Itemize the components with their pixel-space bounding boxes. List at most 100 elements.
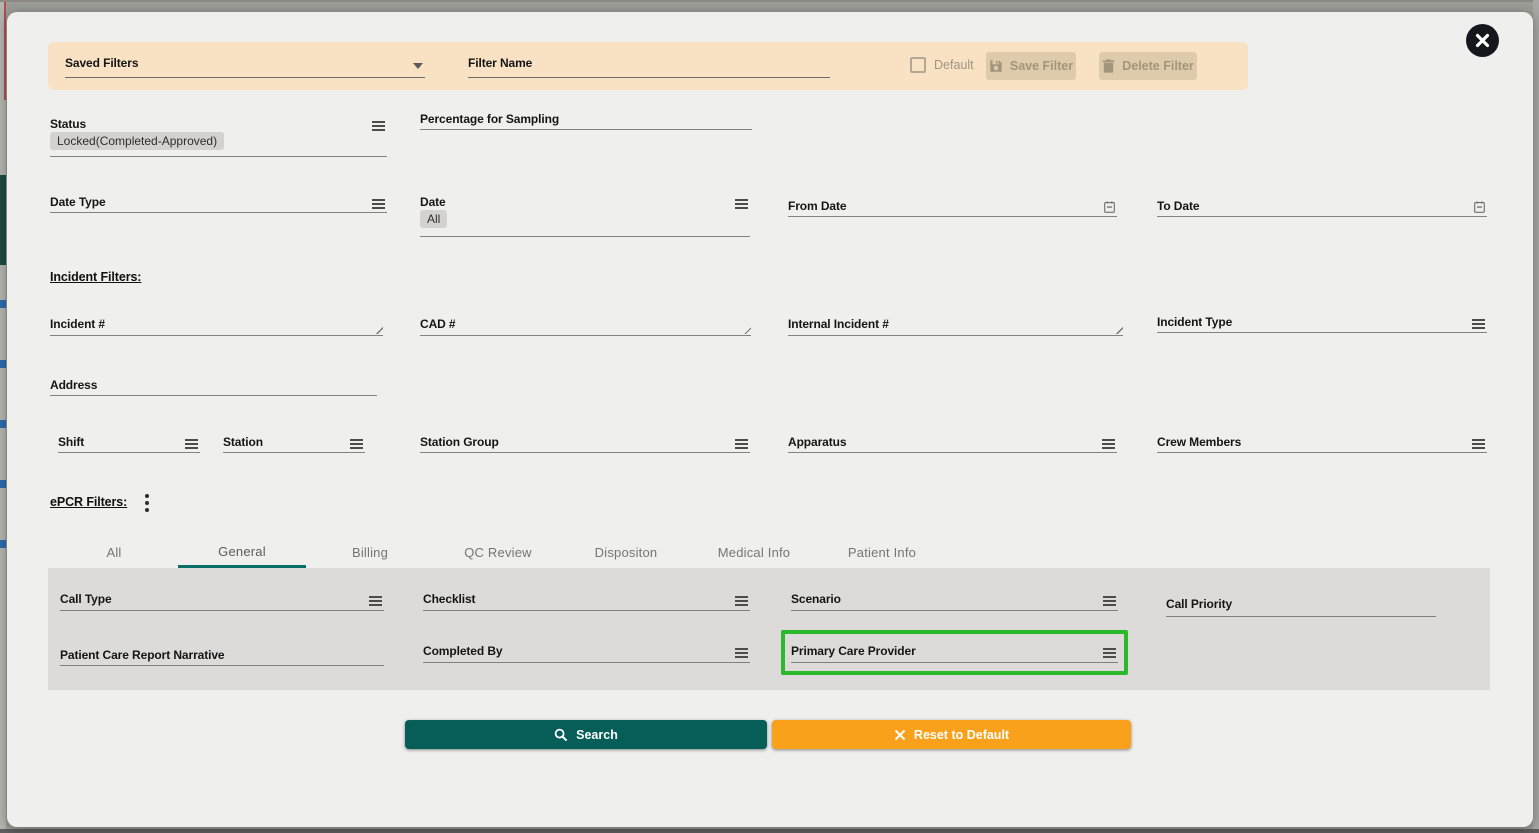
pcr-narrative-label: Patient Care Report Narrative: [60, 648, 225, 662]
incident-type-label: Incident Type: [1157, 315, 1232, 329]
incident-type-field[interactable]: Incident Type: [1157, 315, 1487, 333]
call-type-field[interactable]: Call Type: [60, 592, 384, 611]
delete-filter-label: Delete Filter: [1122, 59, 1194, 73]
hamburger-icon[interactable]: [369, 600, 382, 602]
floppy-disk-icon: [989, 59, 1003, 73]
kebab-menu-icon[interactable]: [140, 493, 154, 513]
status-label: Status: [50, 117, 86, 131]
search-button[interactable]: Search: [405, 720, 767, 749]
date-type-label: Date Type: [50, 195, 106, 209]
station-field[interactable]: Station: [223, 435, 365, 453]
apparatus-label: Apparatus: [788, 435, 846, 449]
hamburger-icon[interactable]: [735, 600, 748, 602]
close-button[interactable]: [1466, 24, 1499, 57]
underlying-page-edge: [0, 0, 1539, 2]
from-date-field[interactable]: From Date: [788, 199, 1117, 217]
hamburger-icon[interactable]: [1103, 652, 1116, 654]
filter-name-label: Filter Name: [468, 56, 532, 70]
completed-by-field[interactable]: Completed By: [423, 644, 750, 663]
search-button-label: Search: [576, 728, 618, 742]
hamburger-icon[interactable]: [1472, 323, 1485, 325]
incident-number-field[interactable]: Incident #: [50, 317, 383, 336]
from-date-label: From Date: [788, 199, 846, 213]
primary-care-provider-field[interactable]: Primary Care Provider: [791, 644, 1118, 663]
hamburger-icon[interactable]: [185, 443, 198, 445]
hamburger-icon[interactable]: [1103, 600, 1116, 602]
resize-handle-icon[interactable]: [373, 324, 383, 334]
tab-qc-review[interactable]: QC Review: [434, 537, 562, 568]
resize-handle-icon[interactable]: [741, 324, 751, 334]
pcr-narrative-field[interactable]: Patient Care Report Narrative: [60, 648, 384, 666]
hamburger-icon[interactable]: [735, 652, 748, 654]
default-checkbox[interactable]: [910, 57, 926, 73]
save-filter-label: Save Filter: [1010, 59, 1073, 73]
filter-dialog: Saved Filters Filter Name Default Save F…: [7, 12, 1533, 827]
status-field[interactable]: Status Locked(Completed-Approved): [50, 117, 387, 157]
filter-name-input[interactable]: Filter Name: [468, 54, 830, 78]
saved-filters-bar: Saved Filters Filter Name Default Save F…: [48, 42, 1248, 90]
hamburger-icon[interactable]: [735, 203, 748, 205]
cad-number-label: CAD #: [420, 317, 456, 331]
x-icon: [894, 729, 906, 741]
to-date-field[interactable]: To Date: [1157, 199, 1487, 217]
hamburger-icon[interactable]: [372, 203, 385, 205]
percentage-for-sampling-field[interactable]: Percentage for Sampling: [420, 112, 752, 130]
date-field[interactable]: Date All: [420, 195, 750, 237]
call-type-label: Call Type: [60, 592, 112, 606]
delete-filter-button[interactable]: Delete Filter: [1099, 52, 1197, 80]
tab-general[interactable]: General: [178, 537, 306, 568]
tab-patient-info[interactable]: Patient Info: [818, 537, 946, 568]
checklist-label: Checklist: [423, 592, 475, 606]
crew-members-label: Crew Members: [1157, 435, 1241, 449]
default-checkbox-label: Default: [934, 58, 974, 72]
hamburger-icon[interactable]: [350, 443, 363, 445]
epcr-filters-heading: ePCR Filters:: [50, 495, 127, 509]
save-filter-button[interactable]: Save Filter: [986, 52, 1076, 80]
hamburger-icon[interactable]: [1472, 443, 1485, 445]
tab-dispositon[interactable]: Dispositon: [562, 537, 690, 568]
tab-medical-info[interactable]: Medical Info: [690, 537, 818, 568]
tab-all[interactable]: All: [50, 537, 178, 568]
shift-field[interactable]: Shift: [58, 435, 200, 453]
crew-members-field[interactable]: Crew Members: [1157, 435, 1487, 453]
percentage-for-sampling-label: Percentage for Sampling: [420, 112, 559, 126]
magnifier-icon: [554, 728, 568, 742]
underlying-page-edge: [1533, 0, 1539, 833]
underlying-page-edge: [0, 0, 6, 833]
saved-filters-select[interactable]: Saved Filters: [65, 54, 425, 78]
internal-incident-number-label: Internal Incident #: [788, 317, 889, 331]
completed-by-label: Completed By: [423, 644, 502, 658]
checklist-field[interactable]: Checklist: [423, 592, 750, 611]
hamburger-icon[interactable]: [735, 443, 748, 445]
hamburger-icon[interactable]: [1102, 443, 1115, 445]
date-chip[interactable]: All: [420, 210, 447, 228]
saved-filters-label: Saved Filters: [65, 56, 138, 70]
epcr-tabs: All General Billing QC Review Dispositon…: [50, 537, 946, 568]
status-chip[interactable]: Locked(Completed-Approved): [50, 132, 224, 150]
call-priority-field[interactable]: Call Priority: [1166, 597, 1436, 617]
reset-button-label: Reset to Default: [914, 728, 1009, 742]
chevron-down-icon: [413, 63, 423, 69]
call-priority-label: Call Priority: [1166, 597, 1232, 611]
resize-handle-icon[interactable]: [1113, 324, 1123, 334]
close-icon: [1475, 33, 1490, 48]
underlying-page-edge: [0, 829, 1539, 833]
internal-incident-number-field[interactable]: Internal Incident #: [788, 317, 1123, 336]
station-group-field[interactable]: Station Group: [420, 435, 750, 453]
reset-to-default-button[interactable]: Reset to Default: [772, 720, 1131, 749]
calendar-icon[interactable]: [1104, 200, 1115, 218]
date-type-field[interactable]: Date Type: [50, 195, 387, 213]
hamburger-icon[interactable]: [372, 125, 385, 127]
apparatus-field[interactable]: Apparatus: [788, 435, 1117, 453]
trash-icon: [1102, 59, 1115, 73]
incident-number-label: Incident #: [50, 317, 105, 331]
scenario-field[interactable]: Scenario: [791, 592, 1118, 611]
tab-billing[interactable]: Billing: [306, 537, 434, 568]
epcr-general-panel: Call Type Checklist Scenario Call Priori…: [48, 568, 1490, 690]
incident-filters-heading: Incident Filters:: [50, 270, 141, 284]
date-label: Date: [420, 195, 446, 209]
station-group-label: Station Group: [420, 435, 499, 449]
calendar-icon[interactable]: [1474, 200, 1485, 218]
cad-number-field[interactable]: CAD #: [420, 317, 751, 336]
address-field[interactable]: Address: [50, 378, 377, 396]
